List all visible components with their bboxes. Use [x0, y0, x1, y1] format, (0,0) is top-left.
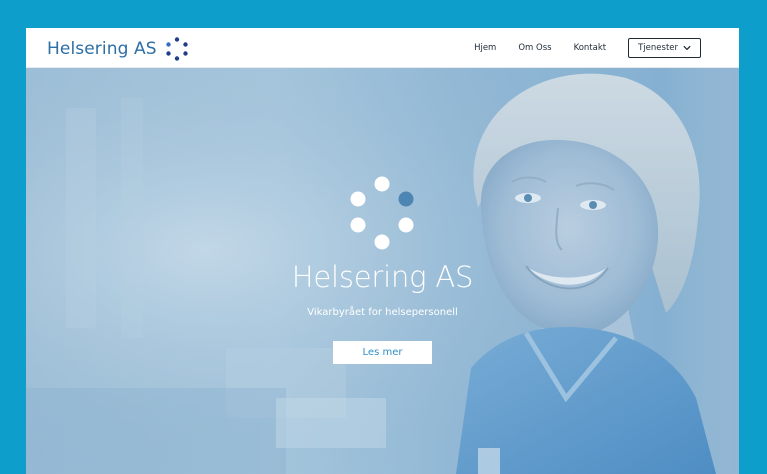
tjenester-label: Tjenester [638, 43, 678, 53]
nav-link-kontakt[interactable]: Kontakt [574, 37, 607, 59]
brand[interactable]: Helsering AS [47, 37, 189, 61]
les-mer-button[interactable]: Les mer [333, 341, 432, 364]
tjenester-dropdown-button[interactable]: Tjenester [628, 38, 701, 58]
hero-subtitle: Vikarbyrået for helsepersonell [307, 307, 458, 318]
dots-ring-icon [165, 37, 188, 61]
browser-frame: Helsering AS Hjem Om Oss Kontakt Tjenest… [26, 28, 739, 474]
nav-links: Hjem Om Oss Kontakt Tjenester [474, 37, 701, 59]
nav-link-hjem[interactable]: Hjem [474, 37, 496, 59]
brand-name[interactable]: Helsering AS [47, 39, 157, 59]
nav-link-om-oss[interactable]: Om Oss [518, 37, 551, 59]
hero-title: Helsering AS [291, 260, 474, 294]
chevron-down-icon [683, 45, 691, 51]
navbar: Helsering AS Hjem Om Oss Kontakt Tjenest… [26, 28, 739, 68]
hero-section: Helsering AS Vikarbyrået for helseperson… [26, 68, 739, 474]
loading-dots-icon [350, 176, 414, 250]
